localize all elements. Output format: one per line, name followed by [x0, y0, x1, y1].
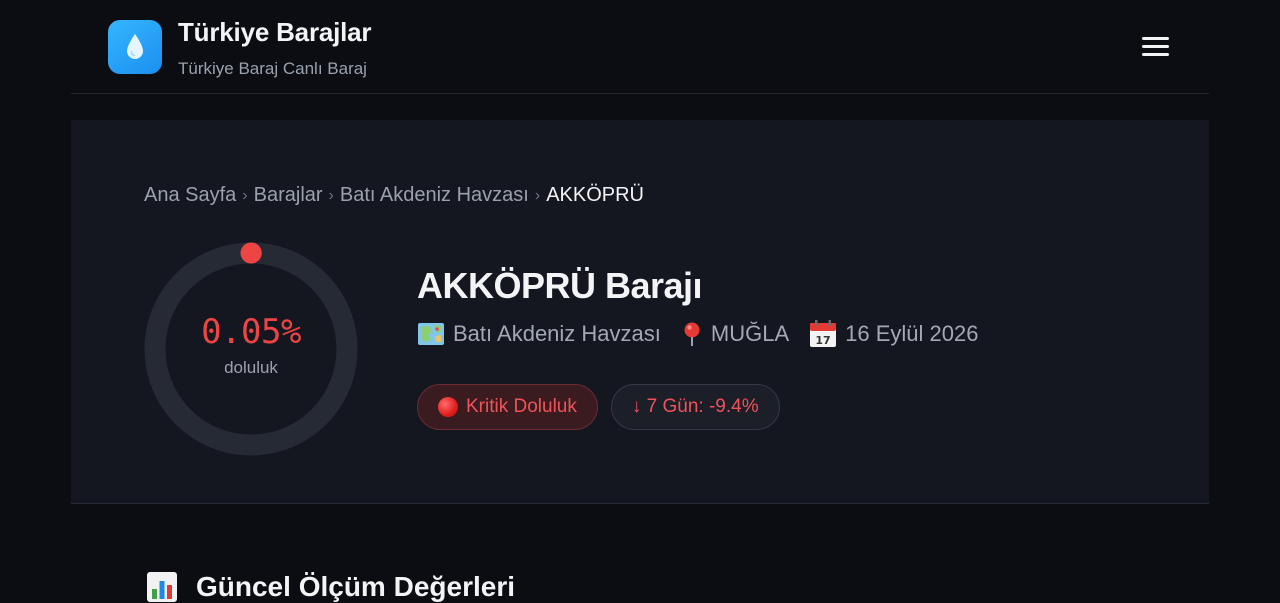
province-text: MUĞLA [710, 321, 790, 346]
hamburger-menu-icon [1142, 37, 1169, 40]
critical-status-badge: Kritik Doluluk [417, 384, 598, 430]
section-title: Güncel Ölçüm Değerleri [146, 571, 515, 603]
calendar-icon: 17 [810, 320, 837, 347]
basin-text: Batı Akdeniz Havzası [453, 321, 661, 346]
breadcrumb-basin[interactable]: Batı Akdeniz Havzası [340, 184, 529, 207]
breadcrumb: Ana Sayfa › Barajlar › Batı Akdeniz Havz… [144, 184, 644, 207]
red-circle-icon [438, 397, 458, 417]
meta-basin: Batı Akdeniz Havzası [417, 321, 661, 347]
bar-chart-icon [147, 572, 177, 602]
critical-status-text: Kritik Doluluk [466, 396, 577, 417]
breadcrumb-separator: › [534, 186, 541, 204]
dam-meta: Batı Akdeniz Havzası MUĞLA 17 16 Eylül 2… [417, 320, 998, 348]
fill-gauge: 0.05% doluluk [144, 242, 358, 456]
svg-text:17: 17 [815, 334, 830, 347]
breadcrumb-home[interactable]: Ana Sayfa [144, 184, 236, 207]
meta-date: 17 16 Eylül 2026 [809, 320, 978, 348]
date-text: 16 Eylül 2026 [845, 321, 979, 346]
site-title[interactable]: Türkiye Barajlar [178, 17, 372, 48]
logo[interactable] [108, 20, 162, 74]
dam-title: AKKÖPRÜ Barajı [417, 265, 703, 306]
breadcrumb-current: AKKÖPRÜ [546, 184, 644, 206]
water-drop-icon [127, 34, 143, 59]
breadcrumb-separator: › [242, 186, 248, 204]
meta-province: MUĞLA [681, 321, 789, 347]
site-header: Türkiye Barajlar Türkiye Baraj Canlı Bar… [71, 0, 1209, 94]
gauge-label: doluluk [224, 358, 278, 377]
dam-hero-panel: Ana Sayfa › Barajlar › Batı Akdeniz Havz… [71, 120, 1209, 504]
breadcrumb-separator: › [328, 186, 334, 204]
pin-icon [684, 322, 700, 346]
site-subtitle: Türkiye Baraj Canlı Baraj [178, 59, 367, 78]
gauge-value: 0.05% [201, 312, 301, 352]
trend-badge: ↓ 7 Gün: -9.4% [610, 384, 780, 430]
map-icon [418, 323, 444, 345]
section-title-text: Güncel Ölçüm Değerleri [196, 571, 515, 602]
breadcrumb-dams[interactable]: Barajlar [254, 184, 323, 207]
menu-button[interactable] [1137, 34, 1173, 60]
trend-text: ↓ 7 Gün: -9.4% [631, 396, 759, 417]
status-badges: Kritik Doluluk ↓ 7 Gün: -9.4% [417, 384, 793, 430]
